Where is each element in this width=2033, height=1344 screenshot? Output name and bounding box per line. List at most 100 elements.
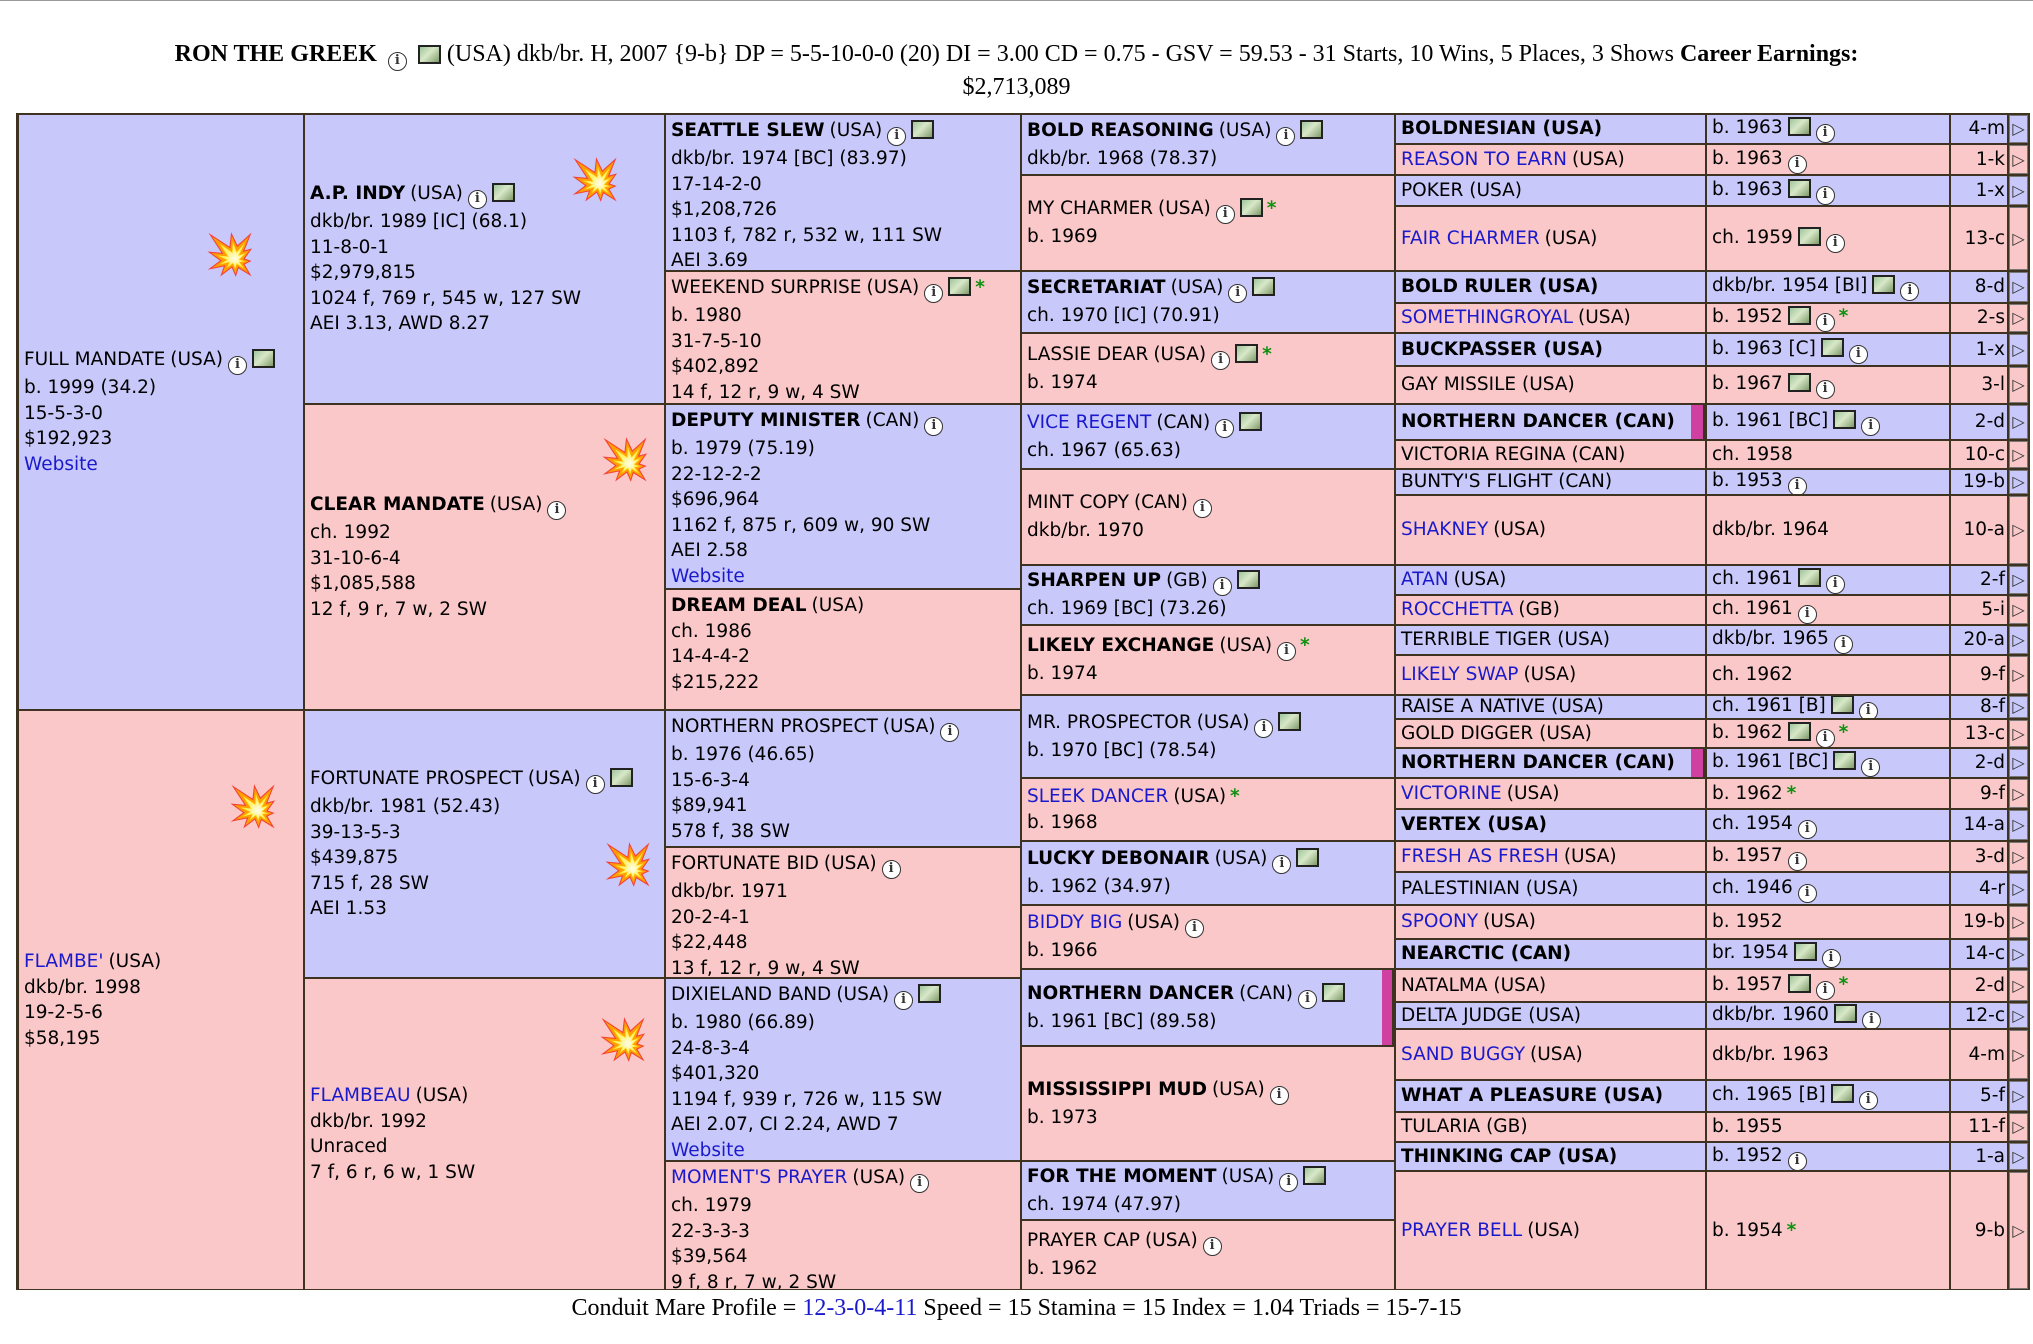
expand-arrow-icon[interactable]: ▷ bbox=[2009, 1143, 2028, 1170]
info-icon[interactable]: i bbox=[1815, 980, 1835, 1000]
horse-name-link[interactable]: SHAKNEY bbox=[1401, 519, 1488, 540]
horse-name-link[interactable]: SPOONY bbox=[1401, 911, 1478, 932]
horse-name-link[interactable]: WEEKEND SURPRISE bbox=[671, 277, 862, 298]
info-icon[interactable]: i bbox=[1821, 949, 1841, 968]
horse-name-link[interactable]: WHAT A PLEASURE (USA) bbox=[1401, 1085, 1663, 1106]
info-icon[interactable]: i bbox=[1858, 702, 1878, 718]
photo-icon[interactable] bbox=[1787, 178, 1811, 198]
photo-icon[interactable] bbox=[1303, 1165, 1327, 1185]
horse-name-link[interactable]: FORTUNATE PROSPECT bbox=[310, 768, 523, 789]
photo-icon[interactable] bbox=[1787, 973, 1811, 993]
expand-arrow-icon[interactable]: ▷ bbox=[2009, 405, 2028, 439]
photo-icon[interactable] bbox=[1235, 343, 1259, 363]
photo-icon[interactable] bbox=[1797, 226, 1821, 246]
photo-icon[interactable] bbox=[1787, 721, 1811, 741]
photo-icon[interactable] bbox=[1239, 411, 1263, 431]
info-icon[interactable]: i bbox=[1272, 855, 1292, 875]
horse-name-link[interactable]: BIDDY BIG bbox=[1027, 912, 1122, 933]
horse-name-link[interactable]: NORTHERN DANCER (CAN) bbox=[1401, 411, 1675, 432]
photo-icon[interactable] bbox=[1236, 570, 1260, 590]
photo-icon[interactable] bbox=[1322, 982, 1346, 1002]
website-link[interactable]: Website bbox=[671, 564, 1015, 589]
horse-name-link[interactable]: SEATTLE SLEW bbox=[671, 120, 825, 141]
info-icon[interactable]: i bbox=[924, 417, 944, 436]
info-icon[interactable]: i bbox=[1797, 605, 1817, 624]
photo-icon[interactable] bbox=[1830, 696, 1854, 714]
info-icon[interactable]: i bbox=[1900, 282, 1920, 301]
expand-arrow-icon[interactable]: ▷ bbox=[2009, 696, 2028, 718]
horse-name-link[interactable]: VICE REGENT bbox=[1027, 412, 1151, 433]
expand-arrow-icon[interactable]: ▷ bbox=[2009, 720, 2028, 747]
horse-name-link[interactable]: TULARIA (GB) bbox=[1401, 1116, 1528, 1137]
website-link[interactable]: Website bbox=[24, 452, 298, 478]
horse-name-link[interactable]: TERRIBLE TIGER (USA) bbox=[1401, 629, 1610, 650]
photo-icon[interactable] bbox=[1793, 942, 1817, 961]
info-icon[interactable]: i bbox=[1215, 418, 1235, 438]
info-icon[interactable]: i bbox=[1277, 642, 1297, 662]
horse-name-link[interactable]: MY CHARMER bbox=[1027, 198, 1153, 219]
expand-arrow-icon[interactable]: ▷ bbox=[2009, 1003, 2028, 1028]
info-icon[interactable]: i bbox=[1797, 883, 1817, 903]
expand-arrow-icon[interactable]: ▷ bbox=[2009, 334, 2028, 365]
expand-arrow-icon[interactable]: ▷ bbox=[2009, 304, 2028, 332]
info-icon[interactable]: i bbox=[1787, 1151, 1807, 1170]
expand-arrow-icon[interactable]: ▷ bbox=[2009, 367, 2028, 403]
horse-name-link[interactable]: VICTORIA REGINA (CAN) bbox=[1401, 444, 1625, 465]
info-icon[interactable]: i bbox=[1825, 233, 1845, 253]
horse-name-link[interactable]: NORTHERN PROSPECT bbox=[671, 716, 878, 737]
info-icon[interactable]: i bbox=[1787, 851, 1807, 871]
expand-arrow-icon[interactable]: ▷ bbox=[2009, 115, 2028, 143]
expand-arrow-icon[interactable]: ▷ bbox=[2009, 749, 2028, 777]
horse-name-link[interactable]: DREAM DEAL bbox=[671, 595, 807, 616]
horse-name-link[interactable]: FRESH AS FRESH bbox=[1401, 846, 1559, 867]
info-icon[interactable]: i bbox=[1815, 728, 1835, 747]
expand-arrow-icon[interactable]: ▷ bbox=[2009, 940, 2028, 968]
expand-arrow-icon[interactable]: ▷ bbox=[2009, 779, 2028, 808]
horse-name-link[interactable]: PRAYER CAP bbox=[1027, 1230, 1140, 1251]
expand-arrow-icon[interactable]: ▷ bbox=[2009, 207, 2028, 270]
cmp-value-link[interactable]: 12-3-0-4-11 bbox=[802, 1295, 917, 1321]
expand-arrow-icon[interactable]: ▷ bbox=[2009, 656, 2028, 694]
photo-icon[interactable] bbox=[1833, 410, 1857, 429]
info-icon[interactable]: i bbox=[1787, 154, 1807, 174]
horse-name-link[interactable]: NEARCTIC (CAN) bbox=[1401, 943, 1571, 964]
horse-name-link[interactable]: LASSIE DEAR bbox=[1027, 344, 1148, 365]
expand-arrow-icon[interactable]: ▷ bbox=[2009, 566, 2028, 594]
horse-name-link[interactable]: NATALMA (USA) bbox=[1401, 975, 1546, 996]
horse-name-link[interactable]: LIKELY EXCHANGE bbox=[1027, 635, 1214, 656]
horse-name-link[interactable]: SAND BUGGY bbox=[1401, 1044, 1525, 1065]
photo-icon[interactable] bbox=[1830, 1084, 1854, 1103]
info-icon[interactable]: i bbox=[1276, 126, 1296, 146]
horse-name-link[interactable]: MR. PROSPECTOR bbox=[1027, 712, 1192, 733]
expand-arrow-icon[interactable]: ▷ bbox=[2009, 970, 2028, 1001]
photo-icon[interactable] bbox=[1239, 198, 1263, 218]
horse-name-link[interactable]: BOLD RULER (USA) bbox=[1401, 276, 1598, 297]
photo-icon[interactable] bbox=[1787, 117, 1811, 136]
expand-arrow-icon[interactable]: ▷ bbox=[2009, 906, 2028, 938]
expand-arrow-icon[interactable]: ▷ bbox=[2009, 176, 2028, 205]
info-icon[interactable]: i bbox=[1192, 499, 1212, 519]
horse-name-link[interactable]: BOLD REASONING bbox=[1027, 120, 1214, 141]
info-icon[interactable]: i bbox=[1815, 124, 1835, 143]
horse-name-link[interactable]: BUCKPASSER (USA) bbox=[1401, 339, 1603, 360]
horse-name-link[interactable]: THINKING CAP (USA) bbox=[1401, 1146, 1617, 1167]
horse-name-link[interactable]: A.P. INDY bbox=[310, 183, 405, 204]
expand-arrow-icon[interactable]: ▷ bbox=[2009, 1172, 2028, 1289]
horse-name-link[interactable]: SHARPEN UP bbox=[1027, 570, 1161, 591]
info-icon[interactable]: i bbox=[1815, 313, 1835, 332]
photo-icon[interactable] bbox=[918, 984, 942, 1003]
horse-name-link[interactable]: DIXIELAND BAND bbox=[671, 984, 831, 1005]
horse-name-link[interactable]: CLEAR MANDATE bbox=[310, 494, 485, 515]
info-icon[interactable]: i bbox=[924, 284, 944, 303]
expand-arrow-icon[interactable]: ▷ bbox=[2009, 842, 2028, 871]
horse-name-link[interactable]: RAISE A NATIVE (USA) bbox=[1401, 696, 1604, 717]
photo-icon[interactable] bbox=[911, 120, 935, 139]
info-icon[interactable]: i bbox=[467, 190, 487, 210]
horse-name-link[interactable]: VICTORINE bbox=[1401, 783, 1502, 804]
expand-arrow-icon[interactable]: ▷ bbox=[2009, 626, 2028, 654]
expand-arrow-icon[interactable]: ▷ bbox=[2009, 496, 2028, 564]
info-icon[interactable]: i bbox=[1185, 919, 1205, 939]
info-icon[interactable]: i bbox=[1861, 758, 1881, 777]
expand-arrow-icon[interactable]: ▷ bbox=[2009, 1030, 2028, 1079]
photo-icon[interactable] bbox=[948, 277, 972, 296]
